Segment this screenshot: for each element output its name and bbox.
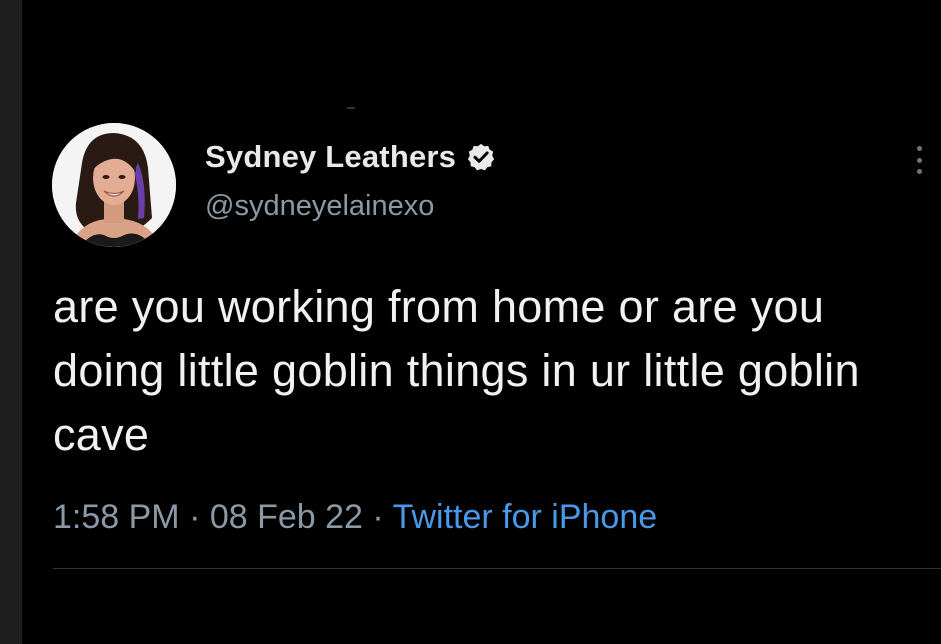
more-dot: [916, 146, 922, 151]
artifact-mark: [347, 107, 355, 109]
divider: [53, 568, 941, 569]
verified-badge-icon: [466, 142, 496, 172]
meta-separator: ·: [362, 498, 393, 536]
tweet-meta: 1:58 PM · 08 Feb 22 · Twitter for iPhone: [53, 498, 657, 537]
tweet-time[interactable]: 1:58 PM: [53, 498, 180, 536]
avatar[interactable]: [52, 123, 176, 247]
meta-separator: ·: [179, 498, 210, 536]
author-handle[interactable]: @sydneyelainexo: [205, 190, 434, 223]
more-dot: [916, 157, 922, 163]
author-name-row: Sydney Leathers: [205, 137, 496, 177]
tweet-text: are you working from home or are you doi…: [53, 281, 860, 460]
more-dot: [916, 169, 922, 174]
more-options-icon[interactable]: [909, 140, 929, 180]
window-edge: [0, 0, 22, 644]
tweet-source-link[interactable]: Twitter for iPhone: [393, 498, 658, 536]
author-display-name[interactable]: Sydney Leathers: [205, 139, 456, 175]
tweet-date[interactable]: 08 Feb 22: [210, 498, 363, 536]
profile-photo-icon: [52, 123, 176, 247]
